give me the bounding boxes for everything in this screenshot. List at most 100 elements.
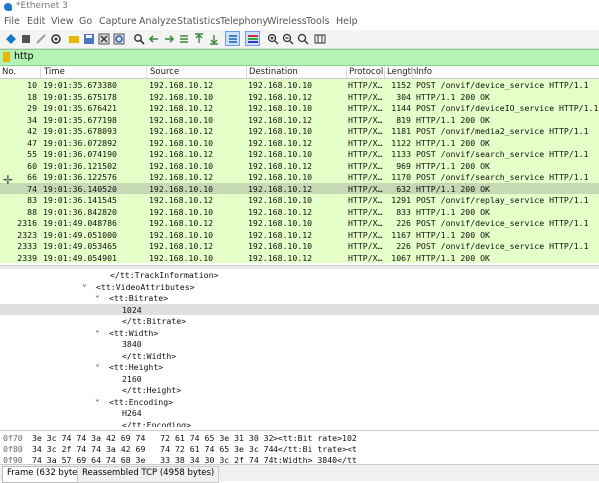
packet-cell-info: HTTP/1.1 200 OK <box>416 206 490 217</box>
menu-view[interactable]: View <box>51 16 74 27</box>
packet-row[interactable]: 2323 19:01:49.051000 192.168.10.10 192.168.… <box>0 228 599 240</box>
packet-cell-time: 19:01:49.048786 <box>43 218 117 228</box>
packet-details-pane[interactable]: </tt:TrackInformation> ⌄ <tt:VideoAttribut… <box>0 269 599 427</box>
detail-tree-item[interactable]: ⌄ <tt:Width> <box>0 325 599 339</box>
packet-cell-info: HTTP/1.1 200 OK <box>416 160 490 171</box>
menu-wireless[interactable]: Wireless <box>267 16 307 27</box>
column-time[interactable]: Time <box>44 67 65 77</box>
packet-list[interactable]: No. Time Source Destination Protocol Len… <box>0 66 599 264</box>
menu-file[interactable]: File <box>4 16 20 27</box>
detail-tree-item[interactable]: </tt:TrackInformation> <box>0 269 599 281</box>
packet-row[interactable]: 74 19:01:36.140520 192.168.10.10 192.168.10… <box>0 182 599 194</box>
detail-tree-item[interactable]: ⌄ <tt:Height> <box>0 359 599 373</box>
detail-tree-item[interactable]: ⌄ <tt:Bitrate> <box>0 290 599 304</box>
bookmark-icon[interactable] <box>3 52 10 62</box>
packet-cell-time: 19:01:49.054901 <box>43 252 117 263</box>
menu-edit[interactable]: Edit <box>27 16 45 27</box>
go-back-icon[interactable] <box>147 32 160 45</box>
normal-size-icon[interactable] <box>296 32 309 45</box>
packet-row[interactable]: 18 19:01:35.675178 192.168.10.10 192.168.10… <box>0 90 599 102</box>
packet-cell-len: 1291 <box>391 195 411 205</box>
stop-capture-icon[interactable] <box>19 32 32 45</box>
packet-row[interactable]: 2316 19:01:49.048786 192.168.10.12 192.168.… <box>0 217 599 229</box>
packet-cell-no: 29 <box>27 103 37 113</box>
detail-tree-item[interactable]: ⌄ <tt:VideoAttributes> <box>0 279 599 293</box>
detail-tree-text: 1024 <box>122 304 142 315</box>
packet-row[interactable]: 47 19:01:36.072892 192.168.10.10 192.168.10… <box>0 136 599 148</box>
menu-telephony[interactable]: Telephony <box>220 16 268 27</box>
packet-cell-info: HTTP/1.1 200 OK <box>416 91 490 102</box>
packet-cell-no: 88 <box>27 206 37 217</box>
packet-cell-len: 304 <box>396 91 411 102</box>
detail-tree-item[interactable]: </tt:Bitrate> <box>0 315 599 327</box>
expand-chevron-icon[interactable]: ⌄ <box>95 359 100 368</box>
column-no[interactable]: No. <box>2 67 16 77</box>
packet-row[interactable]: 10 19:01:35.673380 192.168.10.12 192.168.10… <box>0 79 599 91</box>
packet-cell-no: 34 <box>27 114 37 125</box>
resize-columns-icon[interactable] <box>313 32 326 45</box>
packet-bytes-pane[interactable]: 0f70 3e 3c 74 74 3a 42 69 74 72 61 74 65 … <box>0 430 599 465</box>
open-file-icon[interactable] <box>67 32 80 45</box>
capture-options-icon[interactable] <box>49 32 62 45</box>
zoom-in-icon[interactable] <box>266 32 279 45</box>
menu-tools[interactable]: Tools <box>306 16 329 27</box>
packet-row[interactable]: 55 19:01:36.074190 192.168.10.12 192.168.10… <box>0 148 599 160</box>
packet-row[interactable]: 42 19:01:35.678093 192.168.10.12 192.168.10… <box>0 125 599 137</box>
expand-chevron-icon[interactable]: ⌄ <box>95 394 100 403</box>
column-source[interactable]: Source <box>150 67 179 77</box>
packet-cell-dst: 192.168.10.12 <box>248 91 313 102</box>
detail-tree-item[interactable]: H264 <box>0 407 599 419</box>
packet-cell-dst: 192.168.10.10 <box>248 149 313 159</box>
packet-cell-src: 192.168.10.12 <box>149 218 214 228</box>
restart-capture-icon[interactable] <box>34 32 47 45</box>
display-filter-input[interactable]: http <box>14 51 34 62</box>
close-file-icon[interactable] <box>97 32 110 45</box>
packet-cell-dst: 192.168.10.12 <box>248 206 313 217</box>
go-to-packet-icon[interactable] <box>177 32 190 45</box>
last-packet-icon[interactable] <box>207 32 220 45</box>
menu-go[interactable]: Go <box>79 16 92 27</box>
detail-tree-item[interactable]: 3840 <box>0 338 599 350</box>
menu-capture[interactable]: Capture <box>99 16 137 27</box>
detail-tree-item[interactable]: </tt:Width> <box>0 350 599 362</box>
start-capture-icon[interactable] <box>4 32 17 45</box>
menu-help[interactable]: Help <box>336 16 358 27</box>
first-packet-icon[interactable] <box>192 32 205 45</box>
hex-row[interactable]: 0f70 3e 3c 74 74 3a 42 69 74 72 61 74 65 … <box>0 433 599 444</box>
menu-statistics[interactable]: Statistics <box>177 16 220 27</box>
packet-row[interactable]: 29 19:01:35.676421 192.168.10.12 192.168.10… <box>0 102 599 114</box>
tab-reassembled-tcp[interactable]: Reassembled TCP (4958 bytes) <box>77 466 220 483</box>
go-forward-icon[interactable] <box>162 32 175 45</box>
detail-tree-item[interactable]: ⌄ <tt:Encoding> <box>0 394 599 408</box>
detail-tree-item[interactable]: 1024 <box>0 303 599 315</box>
column-info[interactable]: Info <box>416 67 432 77</box>
detail-tree-item[interactable]: </tt:Encoding> <box>0 419 599 428</box>
packet-row[interactable]: 2333 19:01:49.053465 192.168.10.12 192.168.… <box>0 240 599 252</box>
zoom-out-icon[interactable] <box>281 32 294 45</box>
autoscroll-icon[interactable] <box>225 31 240 46</box>
packet-row[interactable]: 2339 19:01:49.054901 192.168.10.10 192.168.… <box>0 251 599 263</box>
detail-tree-item[interactable]: </tt:Height> <box>0 384 599 396</box>
expand-chevron-icon[interactable]: ⌄ <box>95 290 100 299</box>
column-destination[interactable]: Destination <box>249 67 298 77</box>
packet-row[interactable]: 83 19:01:36.141545 192.168.10.12 192.168.10… <box>0 194 599 206</box>
packet-row[interactable]: 66 19:01:36.122576 192.168.10.12 192.168.10… <box>0 171 599 183</box>
packet-cell-time: 19:01:36.072892 <box>43 137 117 148</box>
find-packet-icon[interactable] <box>132 32 145 45</box>
save-file-icon[interactable] <box>82 32 95 45</box>
packet-row[interactable]: 34 19:01:35.677198 192.168.10.10 192.168.10… <box>0 113 599 125</box>
packet-cell-no: 2339 <box>17 252 37 263</box>
column-protocol[interactable]: Protocol <box>349 67 383 77</box>
packet-cell-proto: HTTP/X… <box>348 218 383 228</box>
detail-tree-item[interactable]: 2160 <box>0 373 599 385</box>
menu-analyze[interactable]: Analyze <box>139 16 176 27</box>
expand-chevron-icon[interactable]: ⌄ <box>95 325 100 334</box>
packet-row[interactable]: 88 19:01:36.842820 192.168.10.10 192.168.10… <box>0 205 599 217</box>
packet-row[interactable]: 60 19:01:36.121502 192.168.10.10 192.168.10… <box>0 159 599 171</box>
hex-row[interactable]: 0f80 34 3c 2f 74 74 3a 42 69 74 72 61 74 … <box>0 444 599 455</box>
colorize-icon[interactable] <box>245 31 260 46</box>
reload-icon[interactable] <box>112 32 125 45</box>
packet-cell-dst: 192.168.10.10 <box>248 241 313 251</box>
expand-chevron-icon[interactable]: ⌄ <box>82 279 87 288</box>
display-filter-bar[interactable]: http <box>0 49 599 66</box>
